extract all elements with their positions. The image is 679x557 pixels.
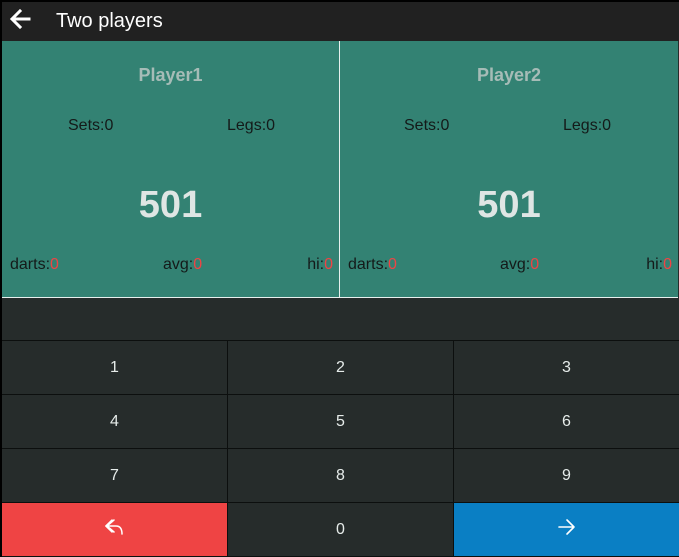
key-3[interactable]: 3 <box>454 341 679 394</box>
key-1[interactable]: 1 <box>2 341 227 394</box>
player-name: Player1 <box>138 65 203 85</box>
undo-button[interactable] <box>2 503 227 556</box>
darts-stat: darts:0 <box>348 256 397 274</box>
darts-label: darts: <box>10 256 51 273</box>
avg-stat: avg:0 <box>500 256 539 274</box>
key-9[interactable]: 9 <box>454 449 679 502</box>
key-7[interactable]: 7 <box>2 449 227 502</box>
number-keypad: 1 2 3 4 5 6 7 8 9 0 <box>2 340 679 557</box>
key-5[interactable]: 5 <box>228 395 453 448</box>
key-0[interactable]: 0 <box>228 503 453 556</box>
app-window: Two players Player1 Sets:0 Legs:0 501 da… <box>2 2 679 557</box>
sets-counter: Sets:0 <box>404 117 450 134</box>
avg-label: avg: <box>500 256 531 273</box>
hi-label: hi: <box>307 256 325 273</box>
legs-counter: Legs:0 <box>563 117 612 134</box>
hi-value: 0 <box>663 256 672 273</box>
sets-counter: Sets:0 <box>68 117 114 134</box>
undo-icon <box>104 518 125 541</box>
avg-value: 0 <box>193 256 203 273</box>
score-input-display <box>2 298 679 340</box>
key-4[interactable]: 4 <box>2 395 227 448</box>
hi-stat: hi:0 <box>646 256 672 274</box>
darts-label: darts: <box>348 256 389 273</box>
key-6[interactable]: 6 <box>454 395 679 448</box>
player-card-2: Player2 Sets:0 Legs:0 501 darts:0 avg:0 … <box>339 41 678 298</box>
player-name: Player2 <box>476 65 542 85</box>
darts-value: 0 <box>388 256 397 273</box>
players-panel: Player1 Sets:0 Legs:0 501 darts:0 avg:0 … <box>2 41 679 298</box>
player-score: 501 <box>477 184 541 226</box>
hi-value: 0 <box>324 256 333 273</box>
app-bar: Two players <box>2 2 679 41</box>
key-2[interactable]: 2 <box>228 341 453 394</box>
darts-stat: darts:0 <box>10 256 59 274</box>
page-title: Two players <box>56 10 163 32</box>
submit-score-button[interactable] <box>454 503 679 556</box>
avg-stat: avg:0 <box>163 256 202 274</box>
arrow-left-icon <box>9 8 31 34</box>
darts-value: 0 <box>50 256 59 273</box>
hi-stat: hi:0 <box>307 256 333 274</box>
key-8[interactable]: 8 <box>228 449 453 502</box>
arrow-right-icon <box>557 518 577 541</box>
hi-label: hi: <box>646 256 664 273</box>
avg-value: 0 <box>530 256 540 273</box>
player-score: 501 <box>138 184 203 226</box>
avg-label: avg: <box>163 256 194 273</box>
back-button[interactable] <box>6 7 34 35</box>
legs-counter: Legs:0 <box>227 117 276 134</box>
player-card-1: Player1 Sets:0 Legs:0 501 darts:0 avg:0 … <box>2 41 339 298</box>
